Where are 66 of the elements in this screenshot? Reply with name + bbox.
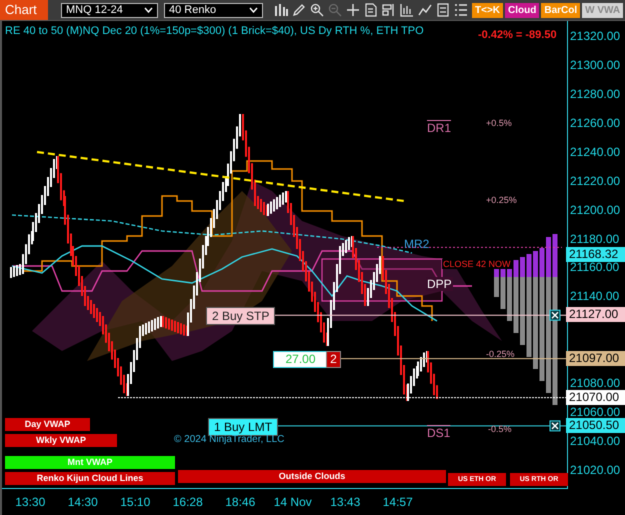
legend-bar: Day VWAP <box>5 418 90 431</box>
price-tag: 21127.00 <box>566 307 625 322</box>
legend-bar: Mnt VWAP <box>5 456 175 469</box>
chart-heading: RE 40 to 50 (M)NQ Dec 20 (1%=150p=$300) (1 Brick=$40), US Dy RTH %, ETH TPO <box>5 25 424 37</box>
time-tick: 16:28 <box>172 495 204 509</box>
price-tick: 21060.00 <box>570 405 620 420</box>
price-tag: 21168.32 <box>566 247 625 262</box>
level-label: DPP <box>426 277 453 291</box>
level-label: +0.25% <box>486 195 517 205</box>
time-tick: 13:43 <box>329 495 362 509</box>
copyright-text: © 2024 NinjaTrader, LLC <box>174 434 284 445</box>
price-tick: 21240.00 <box>570 144 620 159</box>
price-tick: 21160.00 <box>570 260 620 274</box>
legend-bar: Wkly VWAP <box>5 434 117 447</box>
price-tick: 21260.00 <box>570 116 620 130</box>
caret-icon <box>144 7 153 13</box>
price-tag: 21097.00 <box>566 350 625 366</box>
price-tick: 21020.00 <box>570 463 620 477</box>
time-tick: 14 Nov <box>272 495 313 509</box>
position-quantity[interactable]: 2 <box>326 350 341 368</box>
panel-icon[interactable] <box>382 3 396 17</box>
legend-bar: Outside Clouds <box>178 470 446 483</box>
list-icon[interactable] <box>454 3 468 17</box>
time-tick: 18:46 <box>224 495 256 509</box>
document-icon[interactable] <box>364 3 378 17</box>
bar-chart-icon[interactable] <box>274 3 288 17</box>
order-label[interactable]: 1 Buy LMT <box>208 418 278 436</box>
level-label: CLOSE 42 NOW <box>442 259 512 269</box>
price-tag: 21050.50 <box>566 418 625 433</box>
caret-icon <box>249 7 258 13</box>
price-tick: 21320.00 <box>570 29 620 43</box>
crosshair-icon[interactable] <box>346 3 360 17</box>
close-icon[interactable] <box>550 420 560 432</box>
zoom-in-icon[interactable] <box>310 3 324 17</box>
time-tick: 14:30 <box>66 495 99 509</box>
window-title: Chart <box>0 0 48 20</box>
price-tick: 21140.00 <box>570 289 620 304</box>
indicator-toggle[interactable]: Cloud <box>505 2 540 18</box>
position-price: 27.00 <box>273 350 328 368</box>
level-label: +0.5% <box>486 118 512 128</box>
price-tick: 21280.00 <box>570 86 620 101</box>
chart-icon[interactable] <box>400 3 414 17</box>
price-tag: 21070.00 <box>566 390 625 405</box>
time-tick: 15:10 <box>119 495 152 509</box>
price-tick: 21220.00 <box>570 174 620 188</box>
price-change: -0.42% = -89.50 <box>478 29 557 41</box>
level-label: DS1 <box>427 426 450 440</box>
time-tick: 14:57 <box>382 495 414 509</box>
price-tick: 21300.00 <box>570 58 620 72</box>
price-tick: 21200.00 <box>570 202 620 217</box>
pencil-icon[interactable] <box>292 3 306 17</box>
close-icon[interactable] <box>550 310 560 321</box>
grid-icon[interactable] <box>436 3 450 17</box>
time-tick: 13:30 <box>14 495 46 509</box>
order-label[interactable]: 2 Buy STP <box>206 307 276 326</box>
legend-bar: Renko Kijun Cloud Lines <box>5 472 175 485</box>
instrument-dropdown[interactable]: MNQ 12-24 <box>61 2 158 18</box>
price-tick: 21180.00 <box>570 232 620 246</box>
level-label: -0.25% <box>486 349 515 359</box>
bar-type-dropdown[interactable]: 40 Renko <box>164 2 263 18</box>
level-label: MR2 <box>404 237 430 251</box>
level-label: DR1 <box>427 121 452 135</box>
price-tick: 21040.00 <box>570 434 620 448</box>
line-chart-icon[interactable] <box>418 3 432 17</box>
level-label: -0.5% <box>488 424 512 434</box>
price-tick: 21080.00 <box>570 376 620 390</box>
